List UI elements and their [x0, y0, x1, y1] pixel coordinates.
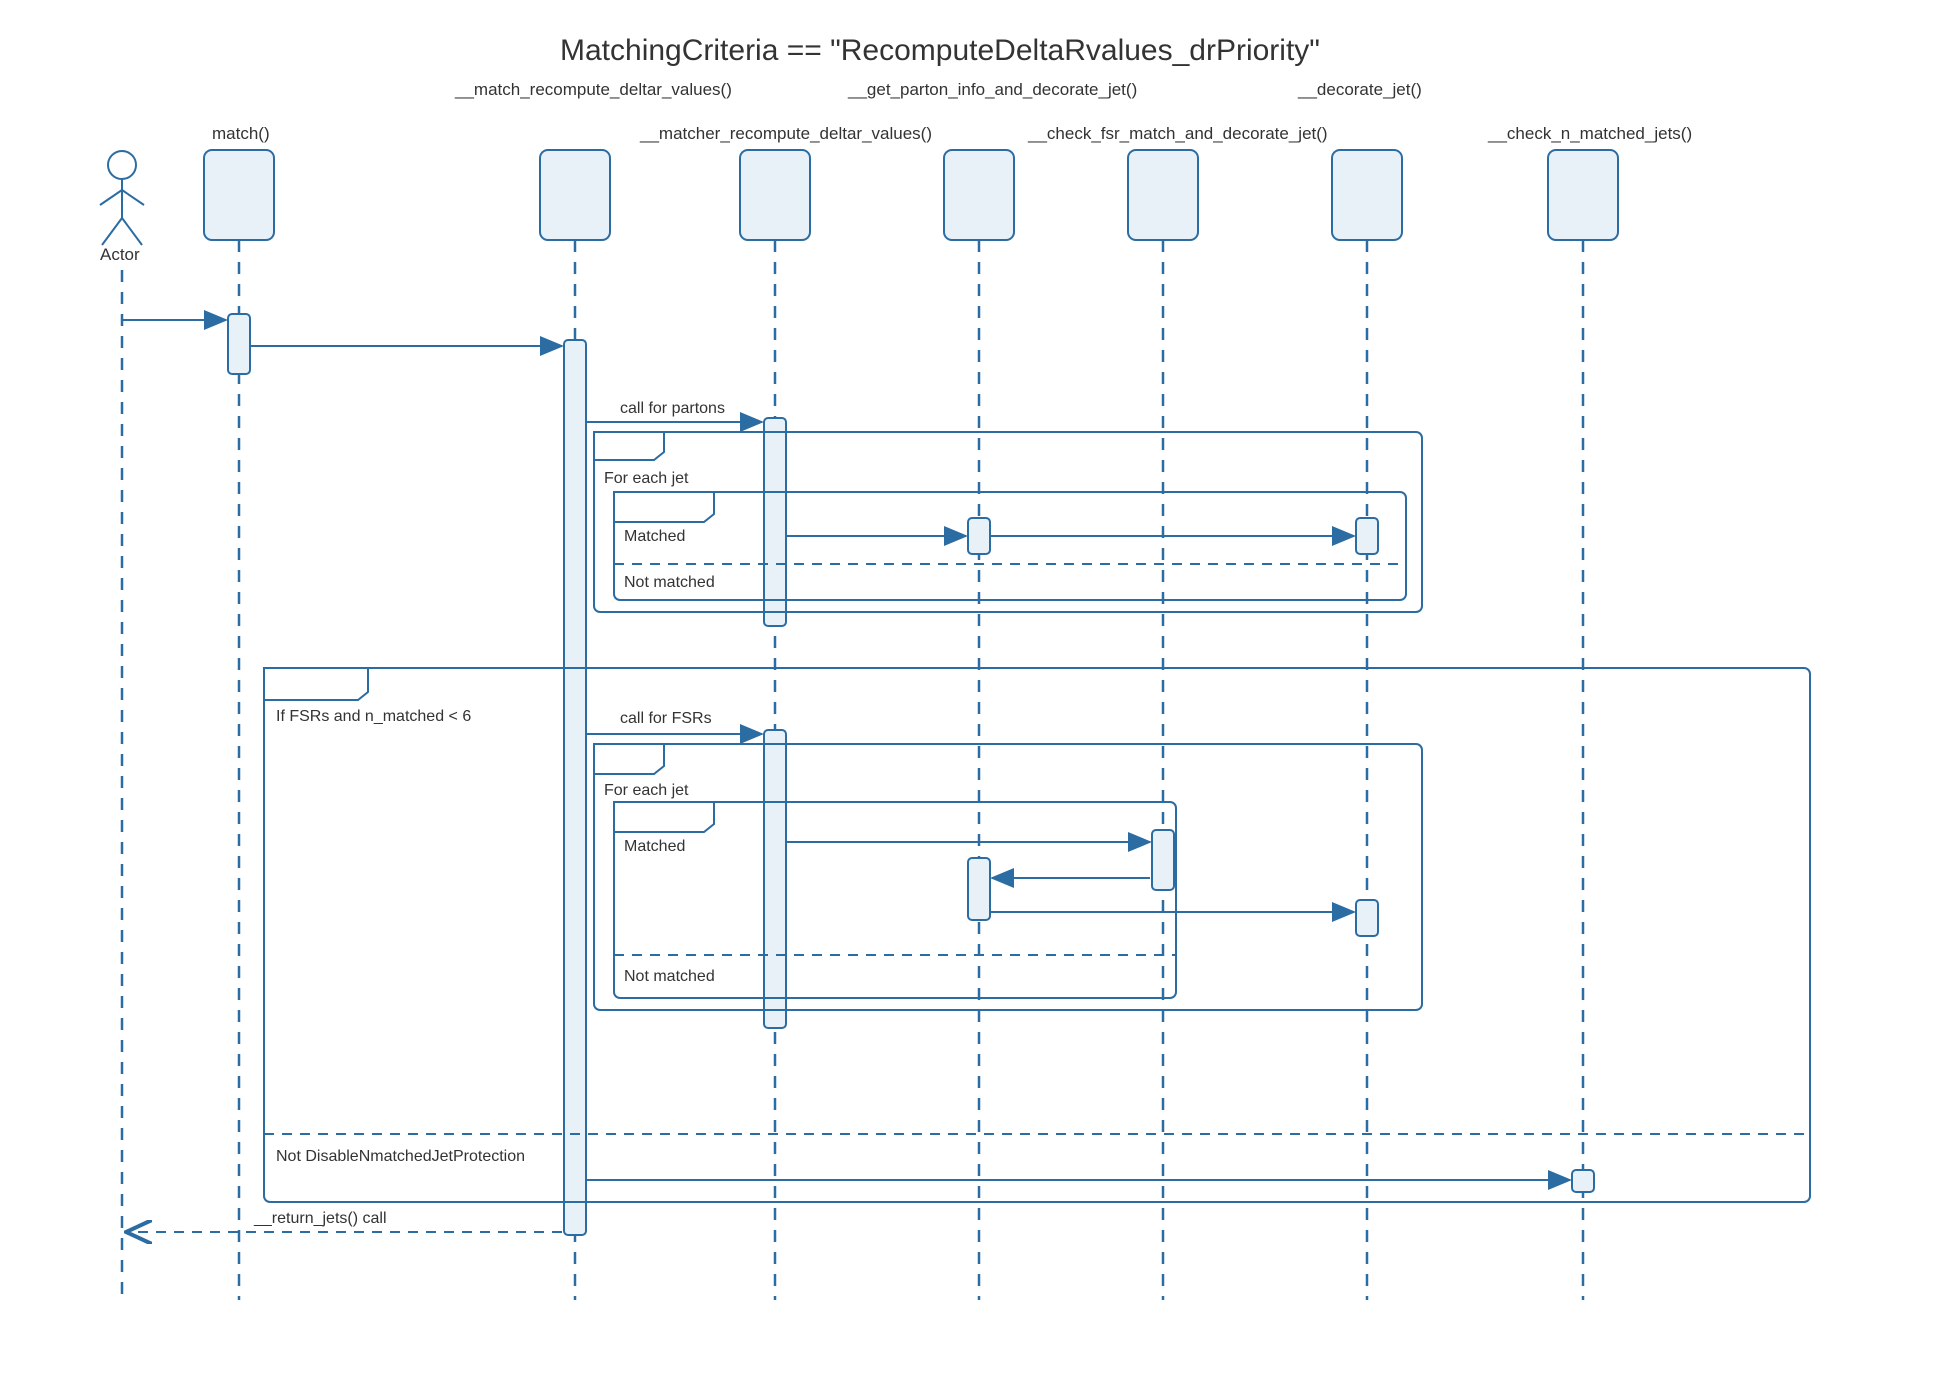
sequence-diagram-svg	[0, 0, 1940, 1380]
lifeline-heads	[204, 150, 1618, 240]
messages	[122, 320, 1570, 1232]
lifelines	[122, 240, 1583, 1300]
loop1-frame	[594, 432, 1422, 612]
activation-bars	[228, 314, 1594, 1235]
alt1-frame	[614, 492, 1406, 600]
actor-icon	[100, 151, 144, 245]
outer-alt-frame	[264, 668, 1810, 1202]
alt2-frame	[614, 802, 1176, 998]
